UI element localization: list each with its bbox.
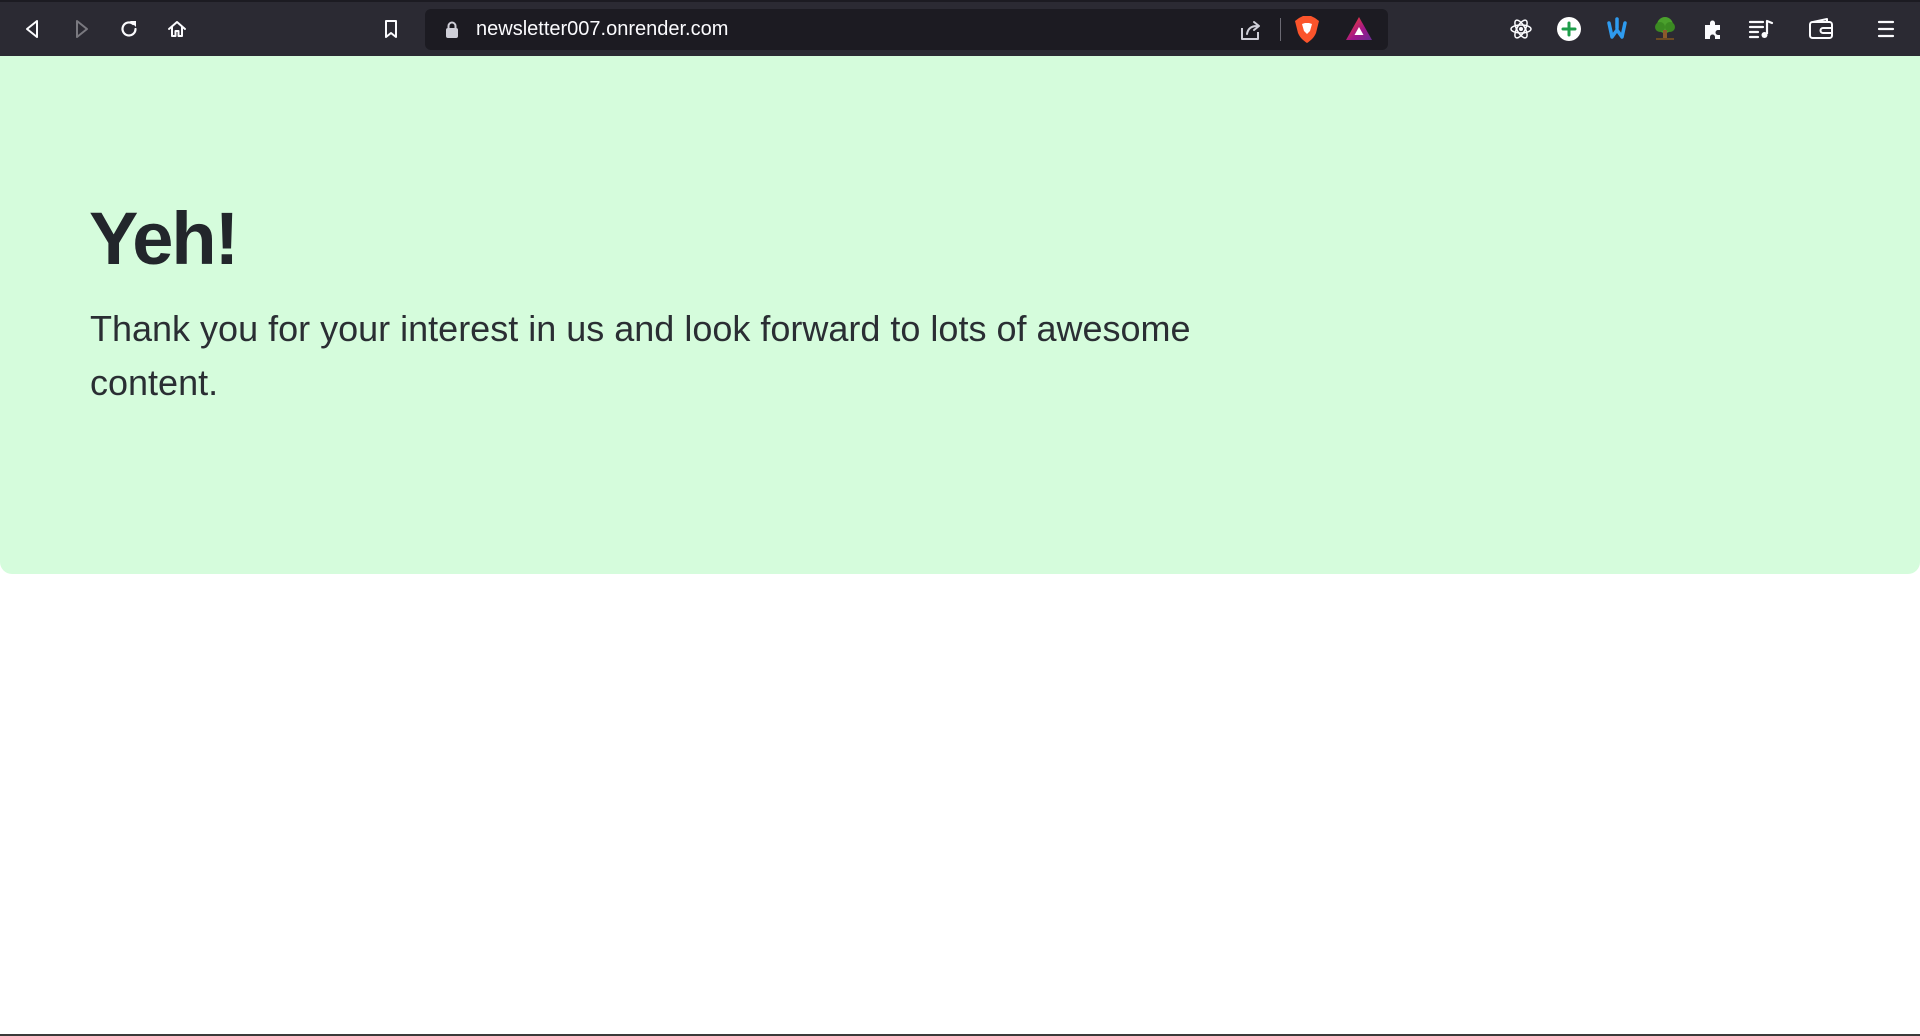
home-icon[interactable] bbox=[160, 12, 194, 46]
back-icon[interactable] bbox=[16, 12, 50, 46]
url-separator bbox=[1280, 18, 1281, 41]
playlist-icon[interactable] bbox=[1744, 12, 1778, 46]
bookmark-icon[interactable] bbox=[374, 12, 408, 46]
react-devtools-icon[interactable] bbox=[1504, 12, 1538, 46]
forward-icon[interactable] bbox=[64, 12, 98, 46]
address-bar[interactable]: newsletter007.onrender.com bbox=[425, 9, 1388, 50]
thank-you-message: Thank you for your interest in us and lo… bbox=[90, 308, 1191, 403]
add-icon[interactable] bbox=[1552, 12, 1586, 46]
tree-extension-icon[interactable] bbox=[1648, 12, 1682, 46]
share-icon[interactable] bbox=[1238, 17, 1264, 47]
extensions-puzzle-icon[interactable] bbox=[1696, 12, 1730, 46]
url-text[interactable]: newsletter007.onrender.com bbox=[476, 9, 728, 50]
brave-shields-icon[interactable] bbox=[1294, 15, 1320, 48]
lock-icon[interactable] bbox=[445, 21, 459, 43]
menu-icon[interactable] bbox=[1869, 12, 1903, 46]
page-title: Yeh! bbox=[89, 197, 239, 280]
extension-w-icon[interactable] bbox=[1600, 12, 1634, 46]
wallet-icon[interactable] bbox=[1804, 12, 1838, 46]
reload-icon[interactable] bbox=[112, 12, 146, 46]
browser-toolbar: newsletter007.onrender.com bbox=[0, 0, 1920, 56]
hero-banner: Yeh! Thank you for your interest in us a… bbox=[0, 56, 1920, 574]
brave-rewards-icon[interactable] bbox=[1345, 16, 1373, 46]
